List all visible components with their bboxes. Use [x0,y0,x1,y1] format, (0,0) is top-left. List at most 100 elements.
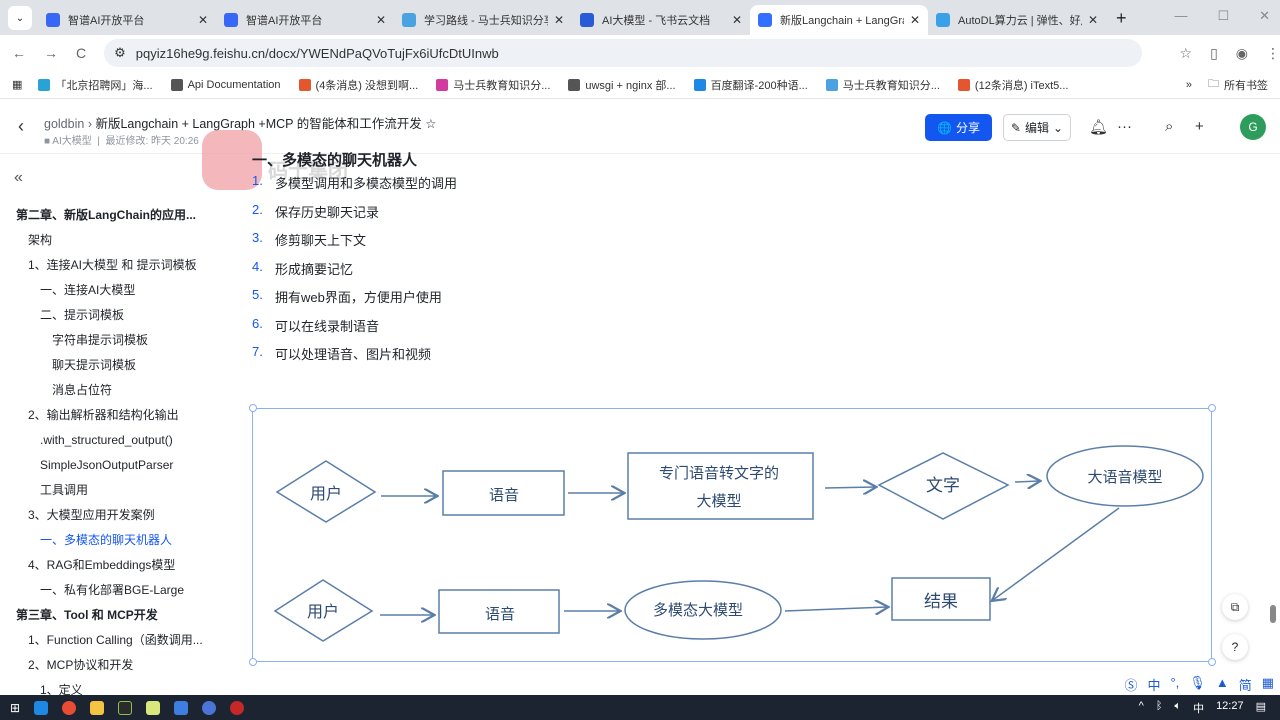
toc-item[interactable]: 一、连接AI大模型 [0,278,230,303]
volume-icon[interactable]: 🔈︎ [1174,700,1181,716]
toc-item[interactable]: 一、多模态的聊天机器人 [0,528,230,553]
toc-item[interactable]: 架构 [0,228,230,253]
profile-icon[interactable]: ◉ [1236,45,1248,62]
search-icon[interactable]: ⌕ [1165,118,1173,135]
toc-item[interactable]: 聊天提示词模板 [0,353,230,378]
resize-handle[interactable] [249,658,257,666]
browser-tab[interactable]: AI大模型 - 飞书云文档 ✕ [572,5,750,35]
url-input[interactable]: ⚙ pqyiz16he9g.feishu.cn/docx/YWENdPaQVoTu… [104,39,1142,67]
avatar[interactable]: G [1240,114,1266,140]
edge-icon[interactable] [34,700,49,715]
forward-icon[interactable]: → [44,45,58,61]
bookmarks-bar: ▦ 「北京招聘网」海... Api Documentation (4条消息) 没想到… [0,71,1280,99]
flow-diagram-image[interactable]: 用户 语音 专门语音转文字的 大模型 文字 大语音模型 用户 语音 多模态大模型… [252,408,1212,662]
menu-icon[interactable]: ⋮ [1266,45,1280,62]
scrollbar[interactable] [1270,605,1276,623]
maximize-button[interactable]: ☐ [1217,8,1229,24]
bluetooth-icon[interactable]: ᛒ [1156,700,1163,716]
browser-tab[interactable]: 智谱AI开放平台 ✕ [38,5,216,35]
toc-item[interactable]: SimpleJsonOutputParser [0,453,230,478]
tab-close-icon[interactable]: ✕ [910,13,920,27]
ime-toolbar[interactable]: Ⓢ 中 °, 🎙︎ ▲ 简 ▦ [1124,675,1274,694]
bookmark-item[interactable]: 马士兵教育知识分... [825,77,940,93]
notepad-icon[interactable] [146,700,161,715]
notification-icon[interactable]: ▤ [1256,700,1266,716]
toc-item[interactable]: 一、私有化部署BGE-Large [0,578,230,603]
extensions-icon[interactable]: ▯ [1210,45,1218,62]
bookmark-item[interactable]: 马士兵教育知识分... [436,77,550,93]
app-icon[interactable] [174,700,189,715]
bell-icon[interactable]: 🔔︎ [1089,118,1108,136]
feishu-icon[interactable] [202,700,217,715]
toc-item[interactable]: 1、定义 [0,678,230,695]
toc-item[interactable]: 1、Function Calling（函数调用... [0,628,230,653]
help-icon[interactable]: ? [1222,634,1248,660]
bookmark-item[interactable]: (4条消息) 没想到啊... [298,77,419,93]
file-explorer-icon[interactable] [90,700,105,715]
comment-icon[interactable]: ⧉ [1222,594,1248,620]
toc-item[interactable]: 第二章、新版LangChain的应用... [0,203,230,228]
tab-close-icon[interactable]: ✕ [732,13,742,27]
add-icon[interactable]: + [1195,118,1204,135]
resize-handle[interactable] [1208,404,1216,412]
recorder-icon[interactable] [230,700,245,715]
ime-mode[interactable]: 中 [1147,675,1160,694]
toc-item[interactable]: 1、连接AI大模型 和 提示词模板 [0,253,230,278]
toc-item[interactable]: 2、输出解析器和结构化输出 [0,403,230,428]
bookmark-item[interactable]: uwsgi + nginx 部... [568,77,676,93]
site-info-icon[interactable]: ⚙ [114,45,126,61]
edit-button[interactable]: ✎ 编辑 ⌄ [1003,114,1071,141]
folder-link[interactable]: AI大模型 [52,136,91,147]
tab-close-icon[interactable]: ✕ [376,13,386,27]
tab-close-icon[interactable]: ✕ [1088,13,1098,27]
toc-item[interactable]: 工具调用 [0,478,230,503]
browser-tab[interactable]: 智谱AI开放平台 ✕ [216,5,394,35]
back-icon[interactable]: ‹ [18,116,24,137]
back-icon[interactable]: ← [12,45,26,61]
ime-indicator[interactable]: 中 [1193,700,1204,716]
all-bookmarks[interactable]: 🗀 所有书签 [1208,75,1268,94]
bookmark-label: (4条消息) 没想到啊... [315,79,419,92]
minimize-button[interactable]: — [1174,8,1187,24]
browser-tab[interactable]: 新版Langchain + LangGraph ✕ [750,5,928,35]
reload-icon[interactable]: C [76,45,86,61]
browser-tab[interactable]: AutoDL算力云 | 弹性、好用 ✕ [928,5,1106,35]
toc-item[interactable]: 消息占位符 [0,378,230,403]
list-item: 6. 可以在线录制语音 [252,316,457,345]
bookmark-item[interactable]: (12条消息) iText5... [957,77,1068,93]
close-window-button[interactable]: ✕ [1259,8,1270,24]
tab-close-icon[interactable]: ✕ [198,13,208,27]
toc-item[interactable]: 二、提示词模板 [0,303,230,328]
star-icon[interactable]: ☆ [425,117,436,131]
new-tab-button[interactable]: + [1116,8,1127,29]
tab-close-icon[interactable]: ✕ [554,13,564,27]
tab-favicon-icon [580,13,594,27]
bookmark-item[interactable]: Api Documentation [170,77,281,93]
toc-item[interactable]: .with_structured_output() [0,428,230,453]
toc-item[interactable]: 4、RAG和Embeddings模型 [0,553,230,578]
windows-start-icon[interactable]: ⊞ [10,701,20,715]
more-bookmarks-icon[interactable]: » [1186,79,1192,91]
toc-item[interactable]: 字符串提示词模板 [0,328,230,353]
chrome-icon[interactable] [62,700,77,715]
breadcrumb-root[interactable]: goldbin [44,117,84,131]
resize-handle[interactable] [249,404,257,412]
pycharm-icon[interactable] [118,700,133,715]
share-button[interactable]: 🌐 分享 [925,114,992,141]
bookmark-star-icon[interactable]: ☆ [1180,45,1193,62]
apps-icon[interactable]: ▦ [12,78,22,91]
tray-expand-icon[interactable]: ^ [1139,700,1144,716]
bookmark-item[interactable]: 百度翻译-200种语... [693,77,808,93]
browser-tab[interactable]: 学习路线 - 马士兵知识分享 ✕ [394,5,572,35]
diagram-asr-line1: 专门语音转文字的 [659,464,779,482]
clock[interactable]: 12:27 [1216,700,1244,716]
toc-item[interactable]: 2、MCP协议和开发 [0,653,230,678]
toc-item[interactable]: 第三章、Tool 和 MCP开发 [0,603,230,628]
bookmark-item[interactable]: 「北京招聘网」海... [38,77,153,93]
collapse-sidebar-icon[interactable]: « [14,169,23,187]
more-icon[interactable]: ··· [1117,118,1132,135]
bookmark-favicon-icon [298,78,311,91]
tab-search-button[interactable]: ⌄ [8,6,32,30]
toc-item[interactable]: 3、大模型应用开发案例 [0,503,230,528]
resize-handle[interactable] [1208,658,1216,666]
